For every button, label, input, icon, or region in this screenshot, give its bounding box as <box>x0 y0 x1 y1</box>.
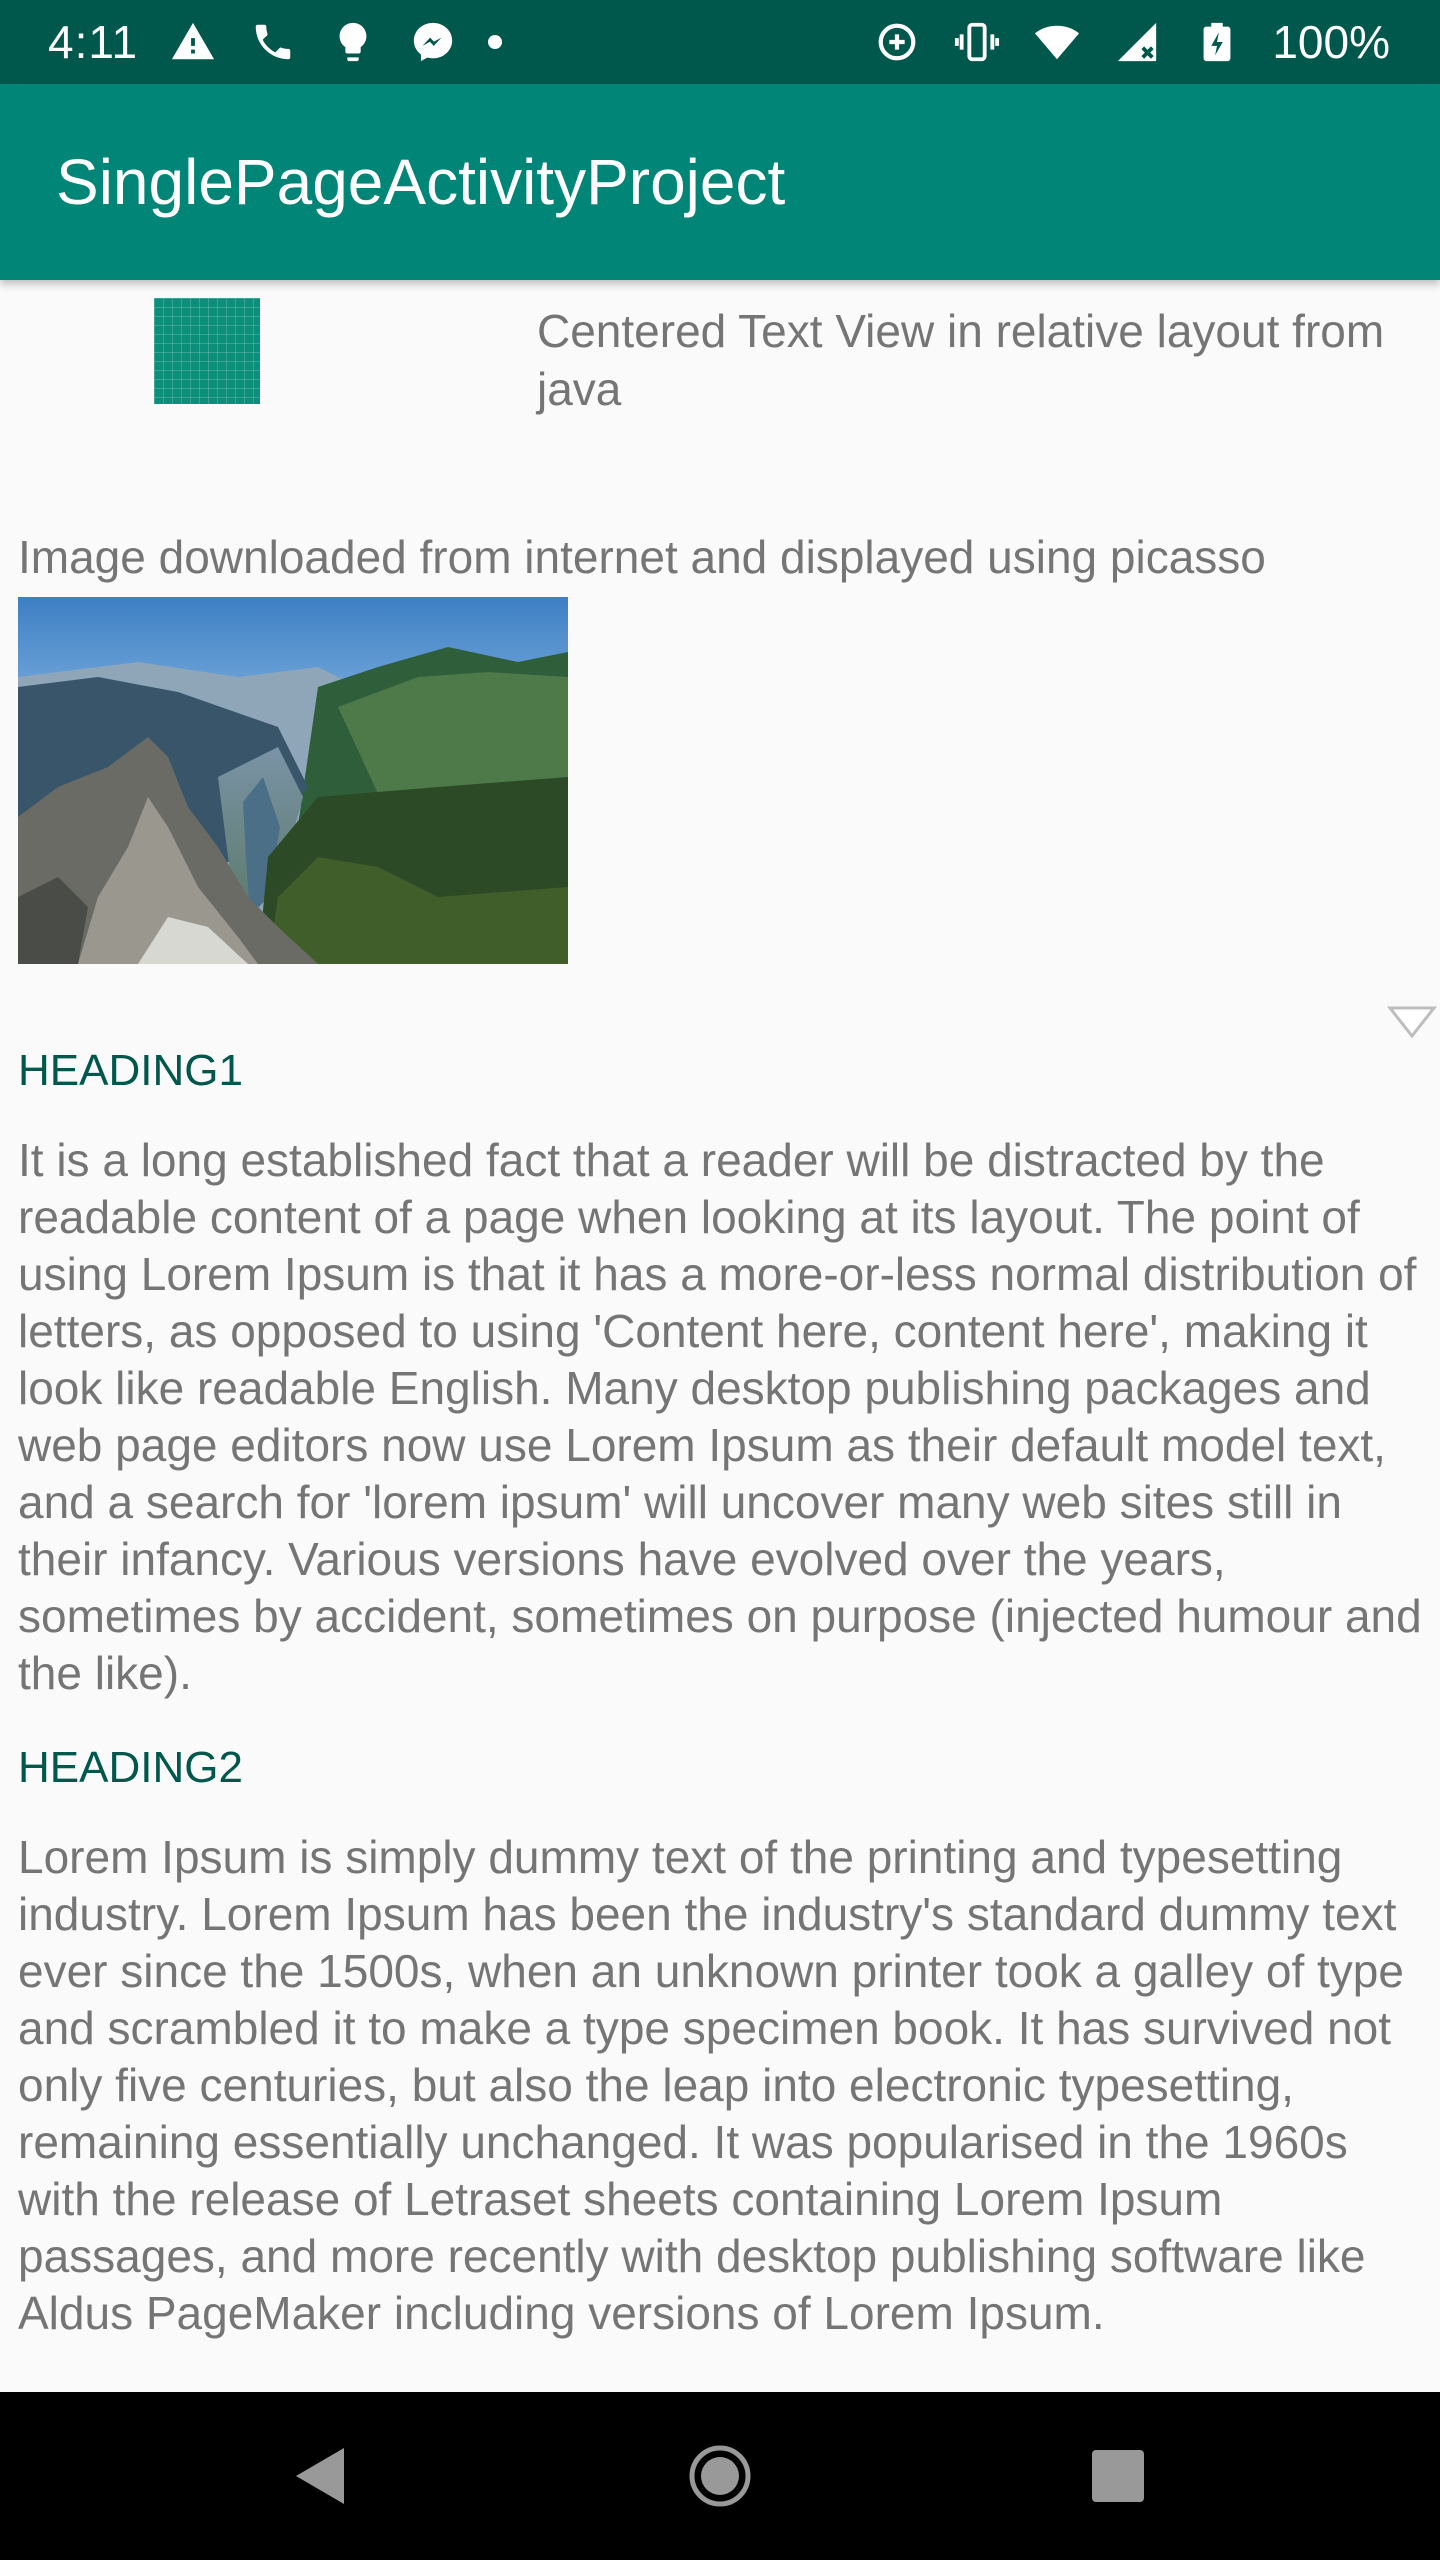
notification-dot-icon <box>488 35 503 49</box>
grid-image-icon <box>154 298 260 404</box>
warning-icon <box>168 17 218 67</box>
status-time: 4:11 <box>48 16 139 68</box>
back-button[interactable] <box>270 2392 370 2560</box>
signal-icon <box>1112 17 1162 67</box>
paragraph2: Lorem Ipsum is simply dummy text of the … <box>18 1831 1404 2339</box>
messenger-icon <box>408 17 458 67</box>
main-content[interactable]: Centered Text View in relative layout fr… <box>0 280 1440 2392</box>
landscape-image <box>18 597 568 964</box>
home-button[interactable] <box>670 2392 770 2560</box>
app-bar: SinglePageActivityProject <box>0 84 1440 280</box>
back-triangle-icon <box>296 2448 344 2504</box>
battery-percent: 100% <box>1272 16 1390 68</box>
image-caption: Image downloaded from internet and displ… <box>18 531 1266 583</box>
heading2: HEADING2 <box>18 1743 243 1792</box>
bulb-icon <box>328 17 378 67</box>
home-circle-icon <box>689 2445 751 2507</box>
recents-button[interactable] <box>1068 2392 1168 2560</box>
wifi-icon <box>1032 17 1082 67</box>
data-saver-icon <box>872 17 922 67</box>
heading1: HEADING1 <box>18 1046 243 1095</box>
battery-icon <box>1192 17 1242 67</box>
phone-icon <box>248 17 298 67</box>
navigation-bar <box>0 2392 1440 2560</box>
status-bar: 4:11 100% <box>0 0 1440 84</box>
app-title: SinglePageActivityProject <box>56 146 786 218</box>
recents-square-icon <box>1092 2450 1144 2502</box>
status-bar-left: 4:11 <box>48 15 503 69</box>
status-bar-right: 100% <box>872 15 1390 69</box>
scroll-indicator-icon[interactable] <box>1384 1002 1440 1042</box>
centered-text-view: Centered Text View in relative layout fr… <box>537 305 1385 415</box>
vibrate-icon <box>952 17 1002 67</box>
paragraph1: It is a long established fact that a rea… <box>18 1134 1422 1699</box>
